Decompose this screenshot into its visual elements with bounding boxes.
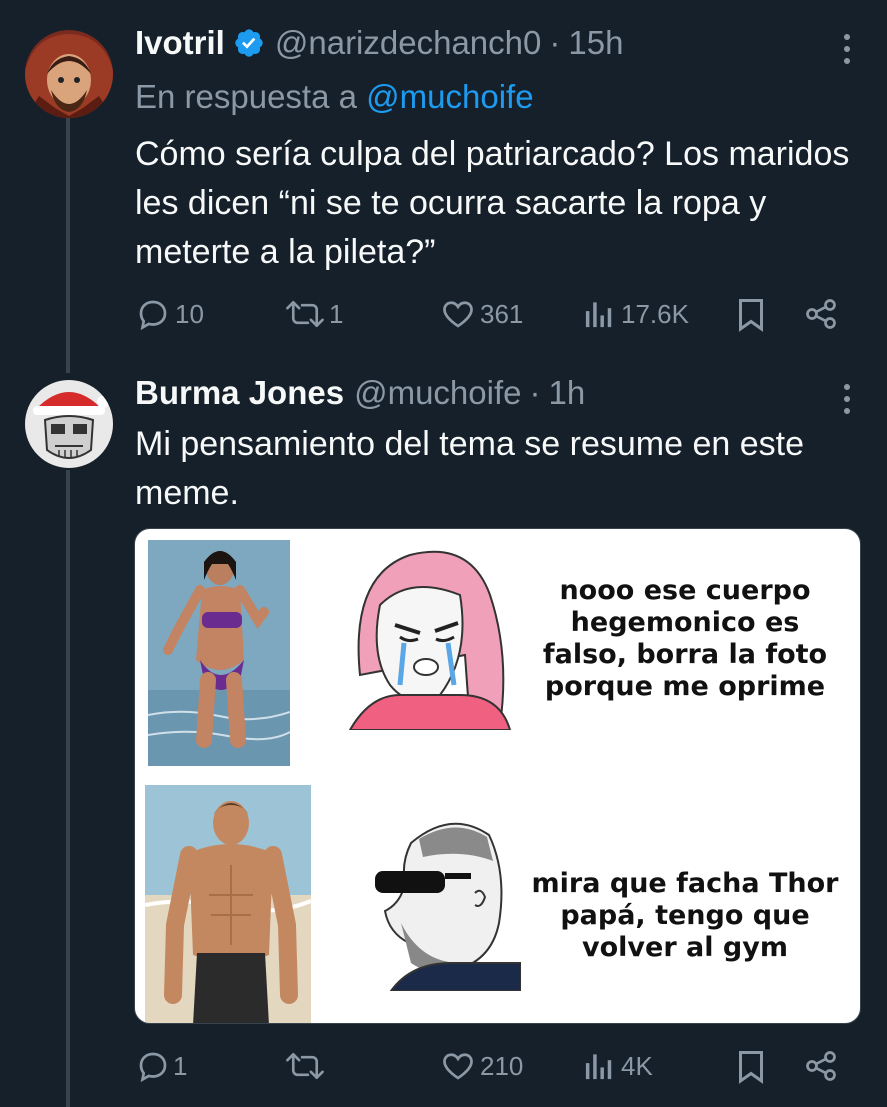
reply-prefix: En respuesta a [135,78,357,115]
reply-count: 1 [173,1050,188,1081]
tweet-header: Ivotril @narizdechanch0 · 15h [135,24,623,62]
like-icon [440,296,476,332]
crying-wojak-illustration [340,545,515,731]
views-icon [583,296,615,332]
more-icon[interactable] [841,34,853,64]
separator: · [529,374,541,411]
like-count: 210 [480,1050,524,1081]
bookmark-icon [735,1048,767,1084]
reply-count: 10 [175,298,204,329]
reply-context: En respuesta a @muchoife [135,78,534,116]
like-button[interactable]: 210 [440,1048,523,1084]
reply-icon [135,296,171,332]
meme-top-text: nooo ese cuerpo hegemonico es falso, bor… [542,575,828,702]
thread-connector-bottom [66,470,70,1107]
handle[interactable]: @narizdechanch0 [275,24,542,62]
retweet-button[interactable]: 1 [283,296,343,332]
reply-button[interactable]: 10 [135,296,204,332]
separator: · [549,24,561,61]
like-button[interactable]: 361 [440,296,523,332]
action-bar: 1 210 4K [135,1048,845,1092]
timestamp[interactable]: 15h [568,24,623,62]
tweet-text: Cómo sería culpa del patriarcado? Los ma… [135,135,850,271]
share-icon [803,1048,839,1084]
retweet-icon [283,296,327,332]
retweet-button[interactable] [283,1048,327,1084]
retweet-icon [283,1048,327,1084]
reply-button[interactable]: 1 [135,1048,187,1084]
handle[interactable]: @muchoife [354,374,521,412]
share-icon [803,296,839,332]
bookmark-button[interactable] [735,296,767,332]
shirtless-man-photo [144,785,312,1023]
thread-connector-top [66,118,70,373]
tweet-header: Burma Jones @muchoife · 1h [135,374,585,412]
meme-bottom-text: mira que facha Thor papá, tengo que volv… [531,868,839,963]
chad-sunglasses-illustration [371,813,522,992]
display-name[interactable]: Ivotril [135,24,225,62]
avatar[interactable] [25,380,113,468]
views-count: 17.6K [621,298,689,329]
display-name[interactable]: Burma Jones [135,374,344,412]
verified-icon [233,27,265,59]
more-icon[interactable] [841,384,853,414]
timestamp[interactable]: 1h [548,374,585,412]
reply-mention-link[interactable]: @muchoife [366,78,533,115]
like-count: 361 [480,298,524,329]
action-bar: 10 1 361 17.6K [135,296,845,340]
share-button[interactable] [803,296,839,332]
views-count: 4K [621,1050,653,1081]
meme-image[interactable]: nooo ese cuerpo hegemonico es falso, bor… [134,528,861,1024]
bookmark-button[interactable] [735,1048,767,1084]
beach-woman-photo [147,540,291,766]
avatar[interactable] [25,30,113,118]
views-button[interactable]: 4K [583,1048,653,1084]
tweet-text: Mi pensamiento del tema se resume en est… [135,425,805,512]
share-button[interactable] [803,1048,839,1084]
reply-icon [135,1048,171,1084]
like-icon [440,1048,476,1084]
views-icon [583,1048,615,1084]
retweet-count: 1 [329,298,344,329]
bookmark-icon [735,296,767,332]
views-button[interactable]: 17.6K [583,296,689,332]
